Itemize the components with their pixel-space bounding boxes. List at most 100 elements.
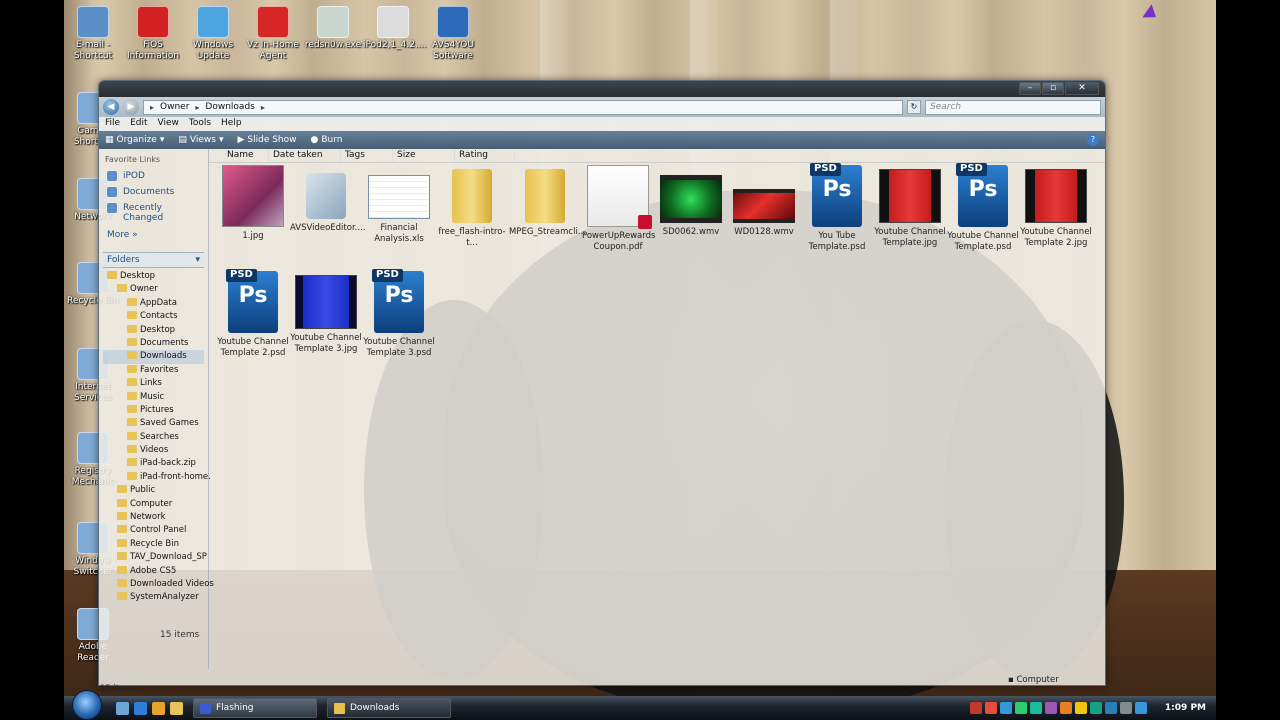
search-input[interactable]: Search [925, 99, 1101, 115]
column-rating[interactable]: Rating [455, 149, 515, 162]
breadcrumb[interactable]: ▸ Owner ▸ Downloads ▸ [143, 99, 903, 115]
folder-tree-item[interactable]: Links [103, 377, 204, 390]
tray-icon[interactable] [1089, 702, 1102, 714]
tray-icon[interactable] [1074, 702, 1087, 714]
refresh-button[interactable]: ↻ [907, 100, 921, 114]
tray-icon[interactable] [984, 702, 997, 714]
organize-button[interactable]: ▦ Organize ▾ [105, 135, 164, 145]
favorite-link-documents[interactable]: Documents [103, 184, 204, 200]
minimize-button[interactable]: – [1019, 82, 1041, 95]
folder-tree-item[interactable]: Recycle Bin [103, 538, 204, 551]
desktop-icon[interactable]: redsn0w.exe [303, 6, 363, 51]
menu-tools[interactable]: Tools [189, 118, 211, 130]
folder-tree-item[interactable]: Pictures [103, 404, 204, 417]
desktop-icon[interactable]: Windows Update [183, 6, 243, 62]
file-item[interactable]: PSD Ps Youtube Channel Template 3.psd [363, 269, 435, 358]
file-item[interactable]: Youtube Channel Template 3.jpg [290, 271, 362, 354]
tray-icon[interactable] [969, 702, 982, 714]
tray-icon[interactable] [999, 702, 1012, 714]
task-flashing[interactable]: Flashing [193, 698, 317, 718]
menu-view[interactable]: View [158, 118, 179, 130]
tray-icon[interactable] [1059, 702, 1072, 714]
file-item[interactable]: PSD Ps Youtube Channel Template 2.psd [217, 269, 289, 358]
desktop-icon[interactable]: FiOS Information [123, 6, 183, 62]
views-button[interactable]: ▤ Views ▾ [178, 135, 223, 145]
window-titlebar[interactable]: – ▫ ✕ [99, 81, 1105, 97]
internet-explorer-icon[interactable] [134, 701, 147, 715]
show-desktop-icon[interactable] [116, 701, 129, 715]
file-item[interactable]: MPEG_Streamcli... [509, 165, 586, 238]
folder-tree-item[interactable]: Videos [103, 444, 204, 457]
back-button[interactable]: ◀ [103, 99, 119, 115]
file-item[interactable]: PSD Ps Youtube Channel Template.psd [947, 163, 1019, 252]
task-downloads[interactable]: Downloads [327, 698, 451, 718]
more-link[interactable]: More » [103, 226, 204, 244]
tray-icon[interactable] [1029, 702, 1042, 714]
file-item[interactable]: Youtube Channel Template 2.jpg [1020, 165, 1092, 248]
folder-tree-item[interactable]: AppData [103, 297, 204, 310]
file-item[interactable]: 1.jpg [217, 165, 289, 242]
favorite-link-ipod[interactable]: iPOD [103, 168, 204, 184]
forward-button[interactable]: ▶ [123, 99, 139, 115]
file-item[interactable]: Youtube Channel Template.jpg [874, 165, 946, 248]
folder-tree-item[interactable]: Desktop [103, 270, 204, 283]
folder-tree-item[interactable]: Network [103, 511, 204, 524]
file-item[interactable]: PSD Ps You Tube Template.psd [801, 163, 873, 252]
burn-button[interactable]: ● Burn [311, 135, 343, 145]
folder-tree-item[interactable]: Music [103, 391, 204, 404]
column-size[interactable]: Size [393, 149, 455, 162]
favorite-link-recently-changed[interactable]: Recently Changed [103, 200, 204, 226]
slideshow-button[interactable]: ▶ Slide Show [237, 135, 296, 145]
folder-tree-item[interactable]: Control Panel [103, 524, 204, 537]
tray-icon[interactable] [1119, 702, 1132, 714]
menu-help[interactable]: Help [221, 118, 242, 130]
tray-icon[interactable] [1014, 702, 1027, 714]
file-item[interactable]: Financial Analysis.xls [363, 165, 435, 244]
folder-tree-item[interactable]: Favorites [103, 364, 204, 377]
menu-file[interactable]: File [105, 118, 120, 130]
folder-tree-item[interactable]: Downloads [103, 350, 204, 364]
folder-tree-item[interactable]: Downloaded Videos [103, 578, 214, 591]
help-icon[interactable]: ? [1087, 134, 1099, 146]
tray-icon[interactable] [1134, 702, 1147, 714]
tray-icon[interactable] [1044, 702, 1057, 714]
desktop-icon[interactable]: Vz In-Home Agent [243, 6, 303, 62]
column-tags[interactable]: Tags [341, 149, 393, 162]
desktop-icon[interactable]: E-mail - Shortcut [63, 6, 123, 62]
photoshop-file-icon: PSD Ps [372, 269, 424, 333]
explorer-window[interactable]: – ▫ ✕ ◀ ▶ ▸ Owner ▸ Downloads ▸ ↻ Search… [98, 80, 1106, 686]
folder-tree-item[interactable]: iPad-back.zip [103, 457, 204, 470]
tray-icon[interactable] [1104, 702, 1117, 714]
folder-tree-item[interactable]: Public [103, 484, 204, 497]
folder-tree-item[interactable]: Computer [103, 498, 204, 511]
folder-tree-item[interactable]: Desktop [103, 324, 204, 337]
file-item[interactable]: free_flash-intro-t... [436, 165, 508, 248]
menu-edit[interactable]: Edit [130, 118, 147, 130]
desktop-icon[interactable]: AVS4YOU Software [423, 6, 483, 62]
folder-tree-item[interactable]: Searches [103, 431, 204, 444]
folder-tree-item[interactable]: Adobe CS5 [103, 565, 204, 578]
media-player-icon[interactable] [152, 701, 165, 715]
folder-tree-item[interactable]: Contacts [103, 310, 204, 323]
file-item[interactable]: WD0128.wmv [728, 165, 800, 238]
breadcrumb-downloads[interactable]: Downloads [205, 102, 254, 112]
desktop-icon[interactable]: iPod2,1_4.2.... [363, 6, 426, 51]
folder-icon[interactable] [170, 701, 183, 715]
folder-tree-item[interactable]: TAV_Download_SP [103, 551, 207, 564]
folder-tree-item[interactable]: SystemAnalyzer [103, 591, 204, 604]
column-name[interactable]: Name [223, 149, 269, 162]
start-button[interactable] [72, 690, 102, 720]
file-item[interactable]: SD0062.wmv [655, 165, 727, 238]
clock[interactable]: 1:09 PM [1165, 703, 1206, 713]
folder-tree-item[interactable]: Owner [103, 283, 204, 296]
maximize-button[interactable]: ▫ [1042, 82, 1064, 95]
folder-tree-item[interactable]: Saved Games [103, 417, 204, 430]
file-item[interactable]: AVSVideoEditor.... [290, 165, 365, 234]
folder-tree-item[interactable]: iPad-front-home. [103, 471, 211, 484]
folder-tree-item[interactable]: Documents [103, 337, 204, 350]
breadcrumb-owner[interactable]: Owner [160, 102, 189, 112]
folders-header[interactable]: Folders ▾ [103, 252, 204, 268]
column-date-taken[interactable]: Date taken [269, 149, 341, 162]
close-button[interactable]: ✕ [1065, 82, 1099, 95]
file-item[interactable]: PowerUpRewards Coupon.pdf [582, 165, 655, 252]
